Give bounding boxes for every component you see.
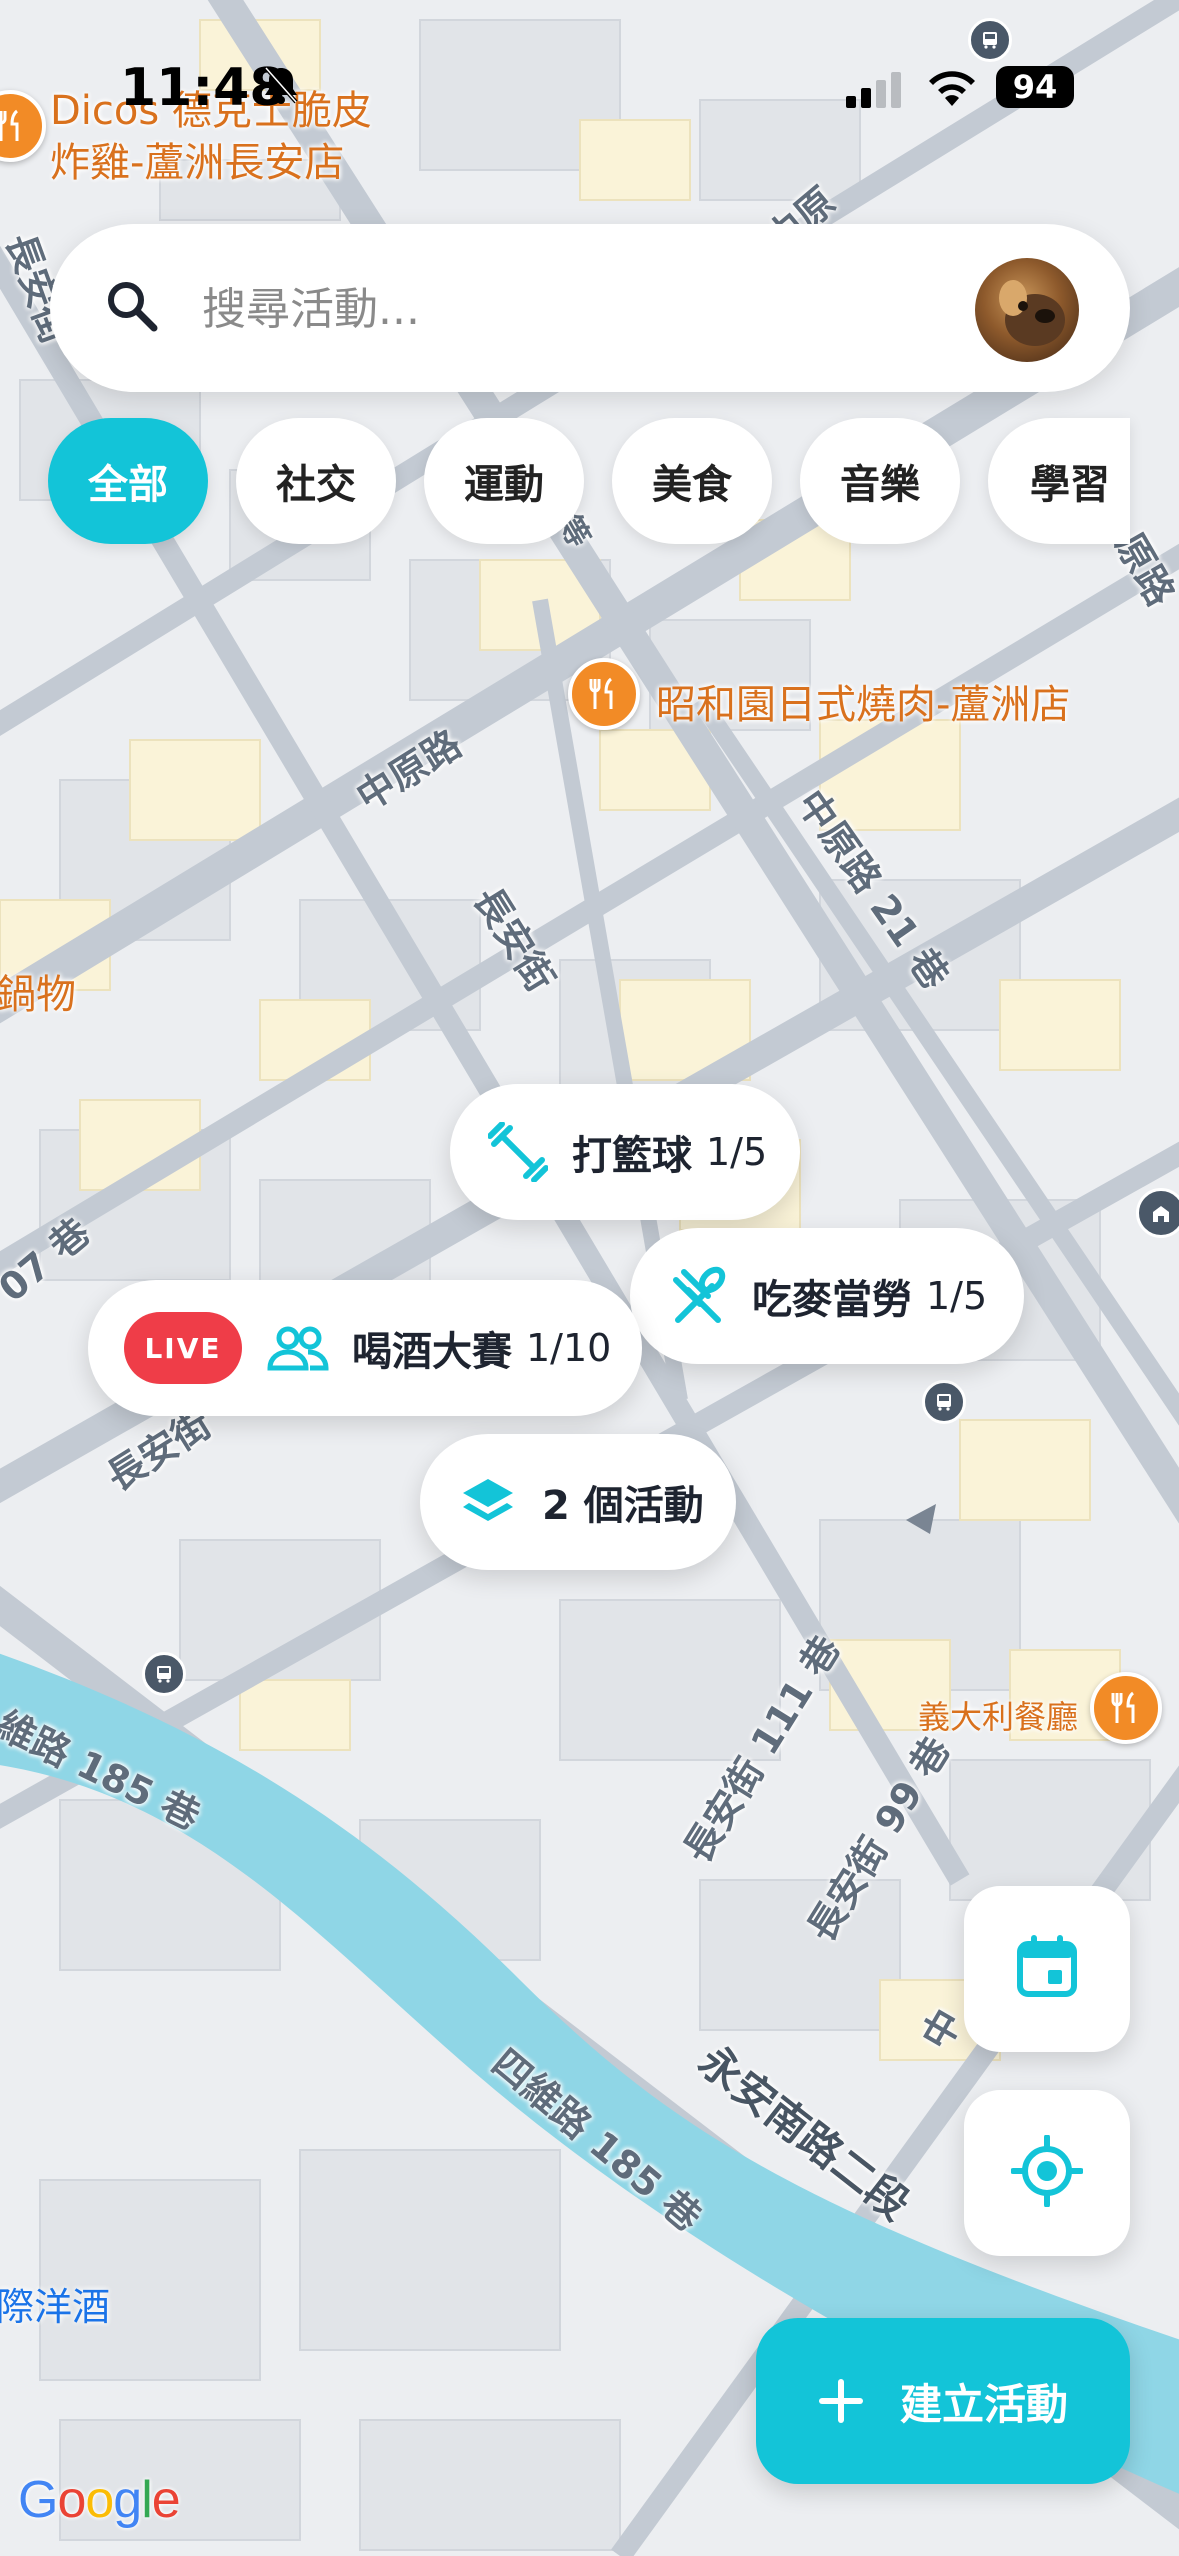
chip-learning[interactable]: 學習 xyxy=(988,418,1130,544)
search-icon xyxy=(102,276,162,340)
activity-title: 喝酒大賽 xyxy=(352,1329,512,1375)
create-activity-label: 建立活動 xyxy=(899,2379,1068,2429)
bell-muted-icon xyxy=(258,62,304,112)
dumbbell-icon xyxy=(486,1120,550,1184)
activity-count: 1/5 xyxy=(706,1130,768,1174)
poi-label-italian[interactable]: 義大利餐廳 xyxy=(918,1692,1078,1738)
search-bar[interactable] xyxy=(50,224,1130,392)
people-icon xyxy=(266,1316,330,1380)
activity-count: 1/10 xyxy=(526,1326,612,1370)
cellular-signal-icon xyxy=(844,70,904,112)
crosshair-icon xyxy=(1010,2134,1084,2211)
live-badge: LIVE xyxy=(124,1312,242,1384)
restaurant-pin-icon[interactable] xyxy=(1090,1672,1162,1744)
calendar-button[interactable] xyxy=(964,1886,1130,2052)
activity-pill-drinking-contest[interactable]: LIVE 喝酒大賽 1/10 xyxy=(88,1280,642,1416)
chip-sports[interactable]: 運動 xyxy=(424,418,584,544)
avatar[interactable] xyxy=(975,258,1079,362)
activity-pill-mcdonalds[interactable]: 吃麥當勞 1/5 xyxy=(630,1228,1024,1364)
battery-indicator: 94 xyxy=(996,66,1074,108)
google-logo: Google xyxy=(18,2471,181,2529)
restaurant-pin-icon[interactable] xyxy=(568,658,640,730)
chip-music[interactable]: 音樂 xyxy=(800,418,960,544)
activity-pill-basketball[interactable]: 打籃球 1/5 xyxy=(450,1084,800,1220)
calendar-icon xyxy=(1014,1934,1080,2004)
chip-social[interactable]: 社交 xyxy=(236,418,396,544)
bus-stop-icon[interactable] xyxy=(142,1652,186,1696)
poi-label-fragment-left: 鍋物 xyxy=(0,972,76,1018)
poi-label-fragment-bottom: 際洋酒 xyxy=(0,2285,111,2329)
chip-all[interactable]: 全部 xyxy=(48,418,208,544)
activity-cluster-title: 2 個活動 xyxy=(542,1483,704,1529)
bus-stop-icon[interactable] xyxy=(968,18,1012,62)
activity-title: 打籃球 xyxy=(572,1133,692,1179)
bus-stop-icon[interactable] xyxy=(922,1380,966,1424)
plus-icon xyxy=(818,2378,864,2424)
poi-label-bbq[interactable]: 昭和園日式燒肉-蘆洲店 xyxy=(656,672,1070,730)
activity-count: 1/5 xyxy=(926,1274,988,1318)
activity-title: 吃麥當勞 xyxy=(752,1277,912,1323)
wifi-icon xyxy=(924,66,980,112)
landmark-icon[interactable] xyxy=(1136,1188,1179,1238)
my-location-button[interactable] xyxy=(964,2090,1130,2256)
layers-icon xyxy=(456,1470,520,1534)
poi-label-dicos-line2[interactable]: 炸雞-蘆洲長安店 xyxy=(50,130,344,188)
create-activity-button[interactable]: 建立活動 xyxy=(756,2318,1130,2484)
activity-cluster-pill[interactable]: 2 個活動 xyxy=(420,1434,736,1570)
chip-food[interactable]: 美食 xyxy=(612,418,772,544)
utensils-icon xyxy=(666,1264,730,1328)
search-input[interactable] xyxy=(200,272,984,346)
